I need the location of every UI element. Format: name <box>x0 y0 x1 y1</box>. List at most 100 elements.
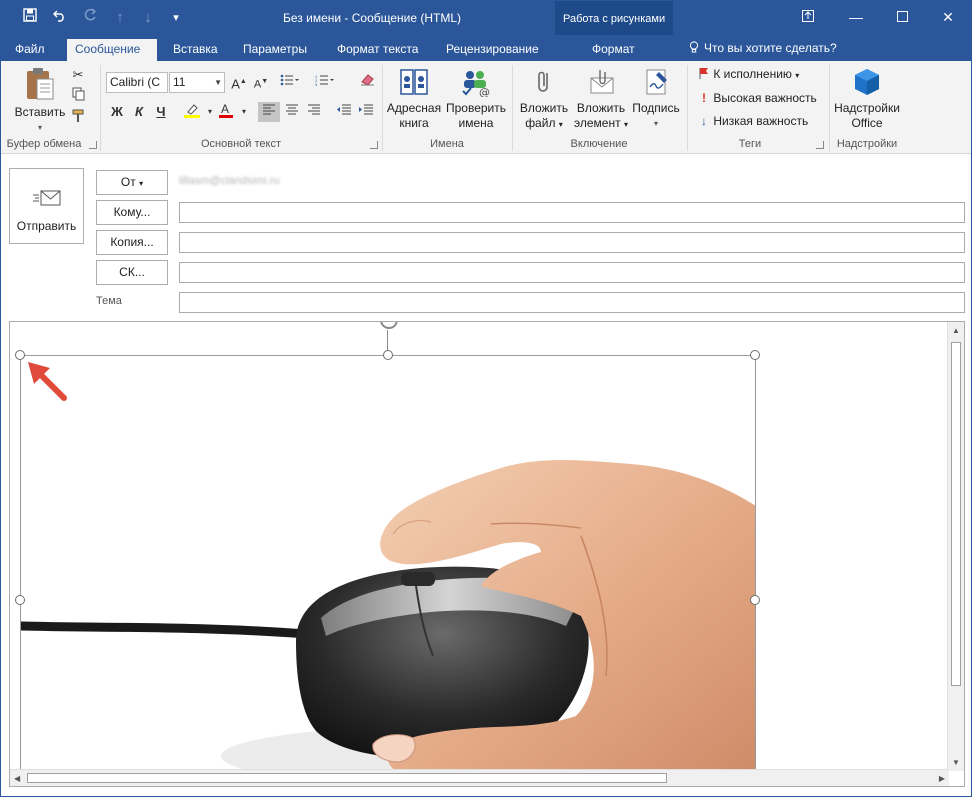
check-names-icon: @ <box>462 71 490 99</box>
attach-item-button[interactable]: Вложить элемент ▾ <box>573 67 629 132</box>
from-button[interactable]: От ▾ <box>96 170 168 195</box>
scroll-left-icon[interactable]: ◀ <box>14 774 20 783</box>
attach-file-button[interactable]: Вложить файл ▾ <box>515 67 573 132</box>
group-label-tags: Теги <box>738 138 762 150</box>
format-painter-icon[interactable] <box>67 109 89 129</box>
clipboard-launcher-icon[interactable] <box>89 141 97 149</box>
tab-review[interactable]: Рецензирование <box>438 39 547 61</box>
resize-handle-left[interactable] <box>15 595 25 605</box>
from-address: lillasm@clandsimi.ru <box>179 175 280 187</box>
basic-text-launcher-icon[interactable] <box>370 141 378 149</box>
lightbulb-icon <box>689 41 699 53</box>
to-field[interactable] <box>179 202 965 223</box>
bcc-field[interactable] <box>179 262 965 283</box>
title-bar: ↑ ↓ ▾ Без имени - Сообщение (HTML) — ✕ <box>1 1 971 35</box>
inserted-image[interactable] <box>20 355 756 775</box>
resize-handle-right[interactable] <box>750 595 760 605</box>
maximize-icon[interactable] <box>879 1 925 33</box>
rotate-handle-icon[interactable] <box>378 321 400 332</box>
send-button[interactable]: Отправить <box>9 168 84 244</box>
copy-icon[interactable] <box>67 87 89 107</box>
bullets-icon[interactable] <box>279 72 301 92</box>
message-body[interactable]: ▲ ▼ ◀ ▶ <box>9 321 965 787</box>
font-size-value: 11 <box>173 75 186 89</box>
vertical-scrollbar[interactable]: ▲ ▼ <box>947 322 964 771</box>
high-importance-button[interactable]: ! Высокая важность <box>698 89 817 107</box>
group-separator <box>687 65 688 151</box>
tab-format[interactable]: Формат <box>584 39 643 61</box>
italic-button[interactable]: К <box>128 102 150 122</box>
outlook-message-window: ↑ ↓ ▾ Без имени - Сообщение (HTML) — ✕ Р… <box>0 0 972 797</box>
tab-options[interactable]: Параметры <box>235 39 315 61</box>
cut-icon[interactable]: ✂ <box>67 65 89 85</box>
chevron-down-icon: ▾ <box>653 119 658 128</box>
down-icon[interactable]: ↓ <box>137 7 159 29</box>
font-name-combo[interactable]: Calibri (С <box>106 72 168 93</box>
resize-handle-top-right[interactable] <box>750 350 760 360</box>
undo-icon[interactable] <box>49 7 71 29</box>
svg-text:A: A <box>221 102 229 116</box>
subject-field[interactable] <box>179 292 965 313</box>
tell-me-text: Что вы хотите сделать? <box>704 41 837 55</box>
tab-format-text[interactable]: Формат текста <box>329 39 426 61</box>
horizontal-scrollbar[interactable]: ◀ ▶ <box>10 769 949 786</box>
context-group-label: Работа с рисунками <box>563 13 666 25</box>
address-book-button[interactable]: Адресная книга <box>385 67 443 131</box>
align-center-icon[interactable] <box>281 102 303 122</box>
ribbon: Вставить ▾ ✂ Буфер обмена Calibri (С 11 ▼… <box>1 61 971 154</box>
underline-button[interactable]: Ч <box>150 102 172 122</box>
save-icon[interactable] <box>19 7 41 29</box>
ribbon-tabs: Файл Сообщение Вставка Параметры Формат … <box>1 35 971 61</box>
grow-font-icon[interactable]: A▲ <box>228 72 250 92</box>
minimize-icon[interactable]: — <box>833 1 879 33</box>
check-names-button[interactable]: @ Проверить имена <box>443 67 509 131</box>
low-importance-button[interactable]: ↓ Низкая важность <box>698 112 808 130</box>
hand-on-mouse-image <box>21 460 755 774</box>
clear-formatting-icon[interactable] <box>356 72 378 92</box>
tab-insert[interactable]: Вставка <box>165 39 226 61</box>
align-left-icon[interactable] <box>258 102 280 122</box>
envelope-clip-icon <box>590 70 614 94</box>
follow-up-button[interactable]: К исполнению ▾ <box>698 65 799 83</box>
paste-button[interactable]: Вставить ▾ <box>11 67 69 135</box>
resize-handle-top[interactable] <box>383 350 393 360</box>
increase-indent-icon[interactable] <box>355 102 377 122</box>
tab-message[interactable]: Сообщение <box>67 39 157 61</box>
scroll-right-icon[interactable]: ▶ <box>939 774 945 783</box>
send-envelope-icon <box>32 190 60 206</box>
chevron-down-icon[interactable]: ▾ <box>233 102 255 122</box>
align-right-icon[interactable] <box>303 102 325 122</box>
scroll-up-icon[interactable]: ▲ <box>952 326 960 335</box>
cc-field[interactable] <box>179 232 965 253</box>
decrease-indent-icon[interactable] <box>333 102 355 122</box>
bold-button[interactable]: Ж <box>106 102 128 122</box>
tags-launcher-icon[interactable] <box>816 141 824 149</box>
office-addins-button[interactable]: Надстройки Office <box>831 67 903 131</box>
paste-label: Вставить <box>14 105 66 119</box>
font-size-combo[interactable]: 11 ▼ <box>169 72 225 93</box>
signature-button[interactable]: Подпись ▾ <box>629 67 683 131</box>
horizontal-scroll-thumb[interactable] <box>27 773 667 783</box>
close-icon[interactable]: ✕ <box>925 1 971 33</box>
group-label-names: Имена <box>430 138 464 150</box>
down-arrow-icon: ↓ <box>701 114 707 128</box>
to-button[interactable]: Кому... <box>96 200 168 225</box>
redo-icon[interactable] <box>79 7 101 29</box>
up-icon[interactable]: ↑ <box>109 7 131 29</box>
paperclip-icon <box>538 71 548 92</box>
ribbon-display-options-icon[interactable] <box>785 1 831 33</box>
vertical-scroll-thumb[interactable] <box>951 342 961 686</box>
tab-file[interactable]: Файл <box>7 39 53 61</box>
office-addins-label-1: Надстройки <box>834 101 900 115</box>
customize-icon[interactable]: ▾ <box>165 7 187 29</box>
office-addins-icon <box>855 69 879 95</box>
scroll-down-icon[interactable]: ▼ <box>952 758 960 767</box>
numbering-icon[interactable]: 123 <box>314 72 336 92</box>
chevron-down-icon: ▼ <box>214 78 222 87</box>
signature-label: Подпись <box>632 101 680 115</box>
high-importance-label: Высокая важность <box>713 91 817 105</box>
bcc-button[interactable]: СК... <box>96 260 168 285</box>
cc-button[interactable]: Копия... <box>96 230 168 255</box>
shrink-font-icon[interactable]: A▼ <box>250 72 272 92</box>
tell-me-box[interactable]: Что вы хотите сделать? <box>689 41 837 55</box>
